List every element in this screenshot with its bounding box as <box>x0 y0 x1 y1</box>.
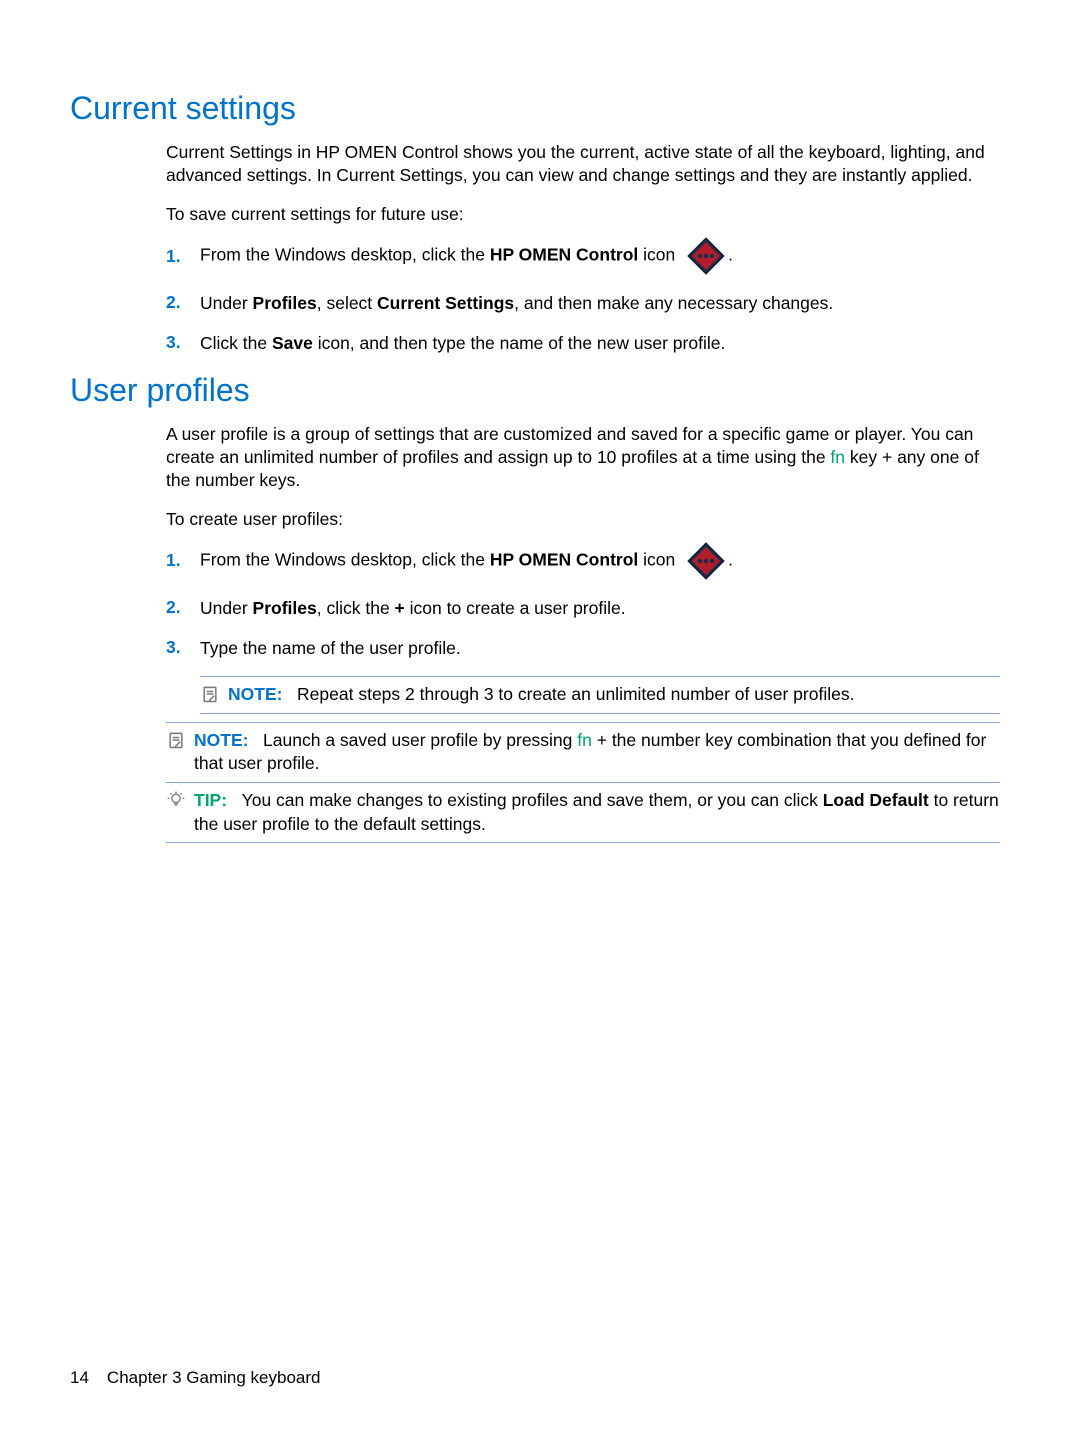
heading-current-settings: Current settings <box>70 90 1010 127</box>
list-number: 2. <box>166 597 200 618</box>
list-number: 1. <box>166 246 200 267</box>
list-content: From the Windows desktop, click the HP O… <box>200 541 1000 581</box>
text-bold: HP OMEN Control <box>490 550 638 570</box>
heading-user-profiles: User profiles <box>70 372 1010 409</box>
list-content: From the Windows desktop, click the HP O… <box>200 236 1000 276</box>
list-content: Type the name of the user profile. <box>200 637 1000 661</box>
text: , and then make any necessary changes. <box>514 293 833 313</box>
chapter-label: Chapter 3 Gaming keyboard <box>107 1368 321 1387</box>
note-icon <box>166 729 188 750</box>
text: Type the name of the user profile. <box>200 638 461 658</box>
list-content: Click the Save icon, and then type the n… <box>200 332 1000 356</box>
text-bold: Profiles <box>253 598 317 618</box>
note-label: NOTE: <box>228 684 282 704</box>
text: . <box>728 550 733 570</box>
note-text: NOTE: Repeat steps 2 through 3 to create… <box>228 683 1000 707</box>
paragraph: Current Settings in HP OMEN Control show… <box>166 141 1000 187</box>
text: icon <box>638 550 680 570</box>
text: Repeat steps 2 through 3 to create an un… <box>297 684 854 704</box>
fn-key-text: fn <box>577 730 592 750</box>
text-bold: Profiles <box>253 293 317 313</box>
text: Under <box>200 598 253 618</box>
note-label: NOTE: <box>194 730 248 750</box>
text: icon, and then type the name of the new … <box>313 333 725 353</box>
paragraph: To create user profiles: <box>166 508 1000 531</box>
note-callout: NOTE: Launch a saved user profile by pre… <box>166 722 1000 782</box>
fn-key-text: fn <box>830 447 845 467</box>
list-content: Under Profiles, click the + icon to crea… <box>200 597 1000 621</box>
tip-callout: TIP: You can make changes to existing pr… <box>166 782 1000 843</box>
list-number: 1. <box>166 550 200 571</box>
text-bold: HP OMEN Control <box>490 245 638 265</box>
note-callout: NOTE: Repeat steps 2 through 3 to create… <box>200 676 1000 714</box>
text: From the Windows desktop, click the <box>200 245 490 265</box>
list-item: 3. Click the Save icon, and then type th… <box>166 332 1000 356</box>
tip-label: TIP: <box>194 790 227 810</box>
text-bold: + <box>395 598 405 618</box>
list-item: 1. From the Windows desktop, click the H… <box>166 541 1000 581</box>
text: . <box>728 245 733 265</box>
tip-text: TIP: You can make changes to existing pr… <box>194 789 1000 836</box>
text-bold: Load Default <box>823 790 929 810</box>
text: Click the <box>200 333 272 353</box>
ordered-list: 1. From the Windows desktop, click the H… <box>166 236 1000 355</box>
list-item: 2. Under Profiles, select Current Settin… <box>166 292 1000 316</box>
page-footer: 14 Chapter 3 Gaming keyboard <box>70 1368 320 1388</box>
text-bold: Save <box>272 333 313 353</box>
text: You can make changes to existing profile… <box>242 790 823 810</box>
hp-omen-control-icon <box>686 541 726 581</box>
text: icon <box>638 245 680 265</box>
hp-omen-control-icon <box>686 236 726 276</box>
paragraph: A user profile is a group of settings th… <box>166 423 1000 492</box>
ordered-list: 1. From the Windows desktop, click the H… <box>166 541 1000 714</box>
text: icon to create a user profile. <box>405 598 626 618</box>
text: , click the <box>317 598 395 618</box>
list-content: Under Profiles, select Current Settings,… <box>200 292 1000 316</box>
paragraph: To save current settings for future use: <box>166 203 1000 226</box>
list-number: 2. <box>166 292 200 313</box>
text: Under <box>200 293 253 313</box>
text: , select <box>317 293 377 313</box>
note-text: NOTE: Launch a saved user profile by pre… <box>194 729 1000 776</box>
list-item: 2. Under Profiles, click the + icon to c… <box>166 597 1000 621</box>
text: Launch a saved user profile by pressing <box>263 730 577 750</box>
list-item: 3. Type the name of the user profile. <box>166 637 1000 661</box>
note-icon <box>200 683 222 704</box>
page: Current settings Current Settings in HP … <box>0 0 1080 1438</box>
section-profiles-body: A user profile is a group of settings th… <box>166 423 1000 844</box>
list-item: 1. From the Windows desktop, click the H… <box>166 236 1000 276</box>
list-number: 3. <box>166 637 200 658</box>
section-current-body: Current Settings in HP OMEN Control show… <box>166 141 1000 356</box>
page-number: 14 <box>70 1368 89 1387</box>
lightbulb-icon <box>166 789 188 810</box>
text-bold: Current Settings <box>377 293 514 313</box>
text: From the Windows desktop, click the <box>200 550 490 570</box>
list-number: 3. <box>166 332 200 353</box>
